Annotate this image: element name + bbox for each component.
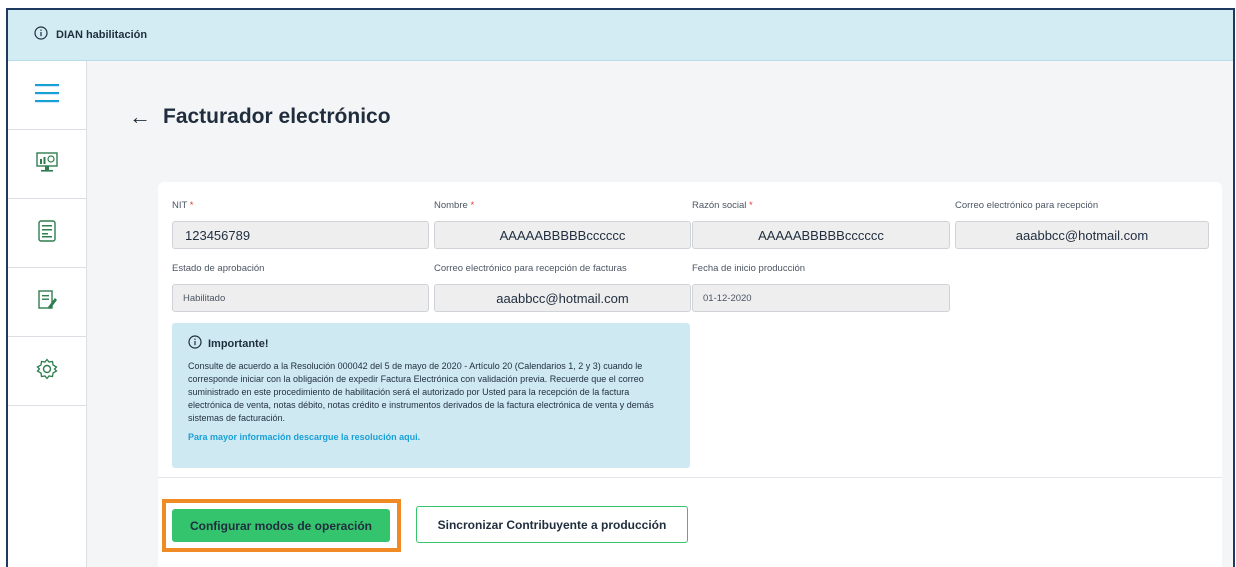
hamburger-menu-icon[interactable]: [35, 83, 59, 108]
main-content: ← Facturador electrónico NIT * 123456789…: [87, 61, 1233, 567]
razon-social-label: Razón social: [692, 200, 747, 211]
nit-label: NIT: [172, 200, 188, 211]
configure-operation-modes-button[interactable]: Configurar modos de operación: [172, 509, 390, 542]
fecha-inicio-input[interactable]: 01-12-2020: [692, 284, 950, 312]
app-frame: DIAN habilitación ← Facturador electróni…: [6, 8, 1235, 567]
back-arrow-icon[interactable]: ←: [129, 106, 151, 128]
nombre-label: Nombre: [434, 200, 468, 211]
correo-recepcion-label: Correo electrónico para recepción: [955, 200, 1099, 211]
notice-body: Consulte de acuerdo a la Resolución 0000…: [188, 361, 654, 423]
correo-recepcion-input[interactable]: aaabbcc@hotmail.com: [955, 221, 1209, 249]
sidebar-item-settings[interactable]: [8, 337, 86, 406]
sidebar-item-dashboard[interactable]: [8, 130, 86, 199]
razon-social-input[interactable]: AAAAABBBBBcccccc: [692, 221, 950, 249]
nombre-field: Nombre * AAAAABBBBBcccccc: [434, 200, 691, 249]
fecha-inicio-label: Fecha de inicio producción: [692, 263, 806, 274]
gear-icon: [36, 357, 58, 385]
correo-facturas-label: Correo electrónico para recepción de fac…: [434, 263, 627, 274]
required-mark: *: [470, 200, 475, 211]
divider: [158, 477, 1222, 478]
dashboard-monitor-icon: [36, 151, 58, 178]
notice-title: Importante!: [208, 337, 269, 350]
sidebar-item-documents[interactable]: [8, 199, 86, 268]
correo-facturas-input[interactable]: aaabbcc@hotmail.com: [434, 284, 691, 312]
sync-taxpayer-production-button[interactable]: Sincronizar Contribuyente a producción: [416, 506, 688, 543]
resolution-download-link[interactable]: Para mayor información descargue la reso…: [188, 432, 674, 442]
environment-label: DIAN habilitación: [56, 29, 148, 41]
nit-field: NIT * 123456789: [172, 200, 429, 249]
estado-input[interactable]: Habilitado: [172, 284, 429, 312]
info-circle-icon: [188, 335, 202, 352]
correo-facturas-field: Correo electrónico para recepción de fac…: [434, 263, 691, 312]
nombre-input[interactable]: AAAAABBBBBcccccc: [434, 221, 691, 249]
estado-label: Estado de aprobación: [172, 263, 265, 274]
taxpayer-card: NIT * 123456789 Nombre * AAAAABBBBBccccc…: [158, 182, 1222, 567]
fecha-inicio-field: Fecha de inicio producción 01-12-2020: [692, 263, 950, 312]
sidebar: [8, 61, 87, 567]
estado-field: Estado de aprobación Habilitado: [172, 263, 429, 312]
nit-input[interactable]: 123456789: [172, 221, 429, 249]
razon-social-field: Razón social * AAAAABBBBBcccccc: [692, 200, 950, 249]
required-mark: *: [189, 200, 194, 211]
edit-document-icon: [36, 289, 58, 316]
sidebar-item-menu[interactable]: [8, 61, 86, 130]
document-icon: [38, 219, 56, 247]
info-circle-icon: [34, 25, 48, 45]
page-title: Facturador electrónico: [163, 105, 391, 128]
sidebar-item-edit[interactable]: [8, 268, 86, 337]
page-header: ← Facturador electrónico: [129, 105, 391, 129]
environment-banner: DIAN habilitación: [8, 10, 1233, 61]
correo-recepcion-field: Correo electrónico para recepción aaabbc…: [955, 200, 1209, 249]
required-mark: *: [749, 200, 753, 211]
important-notice: Importante! Consulte de acuerdo a la Res…: [172, 323, 690, 468]
